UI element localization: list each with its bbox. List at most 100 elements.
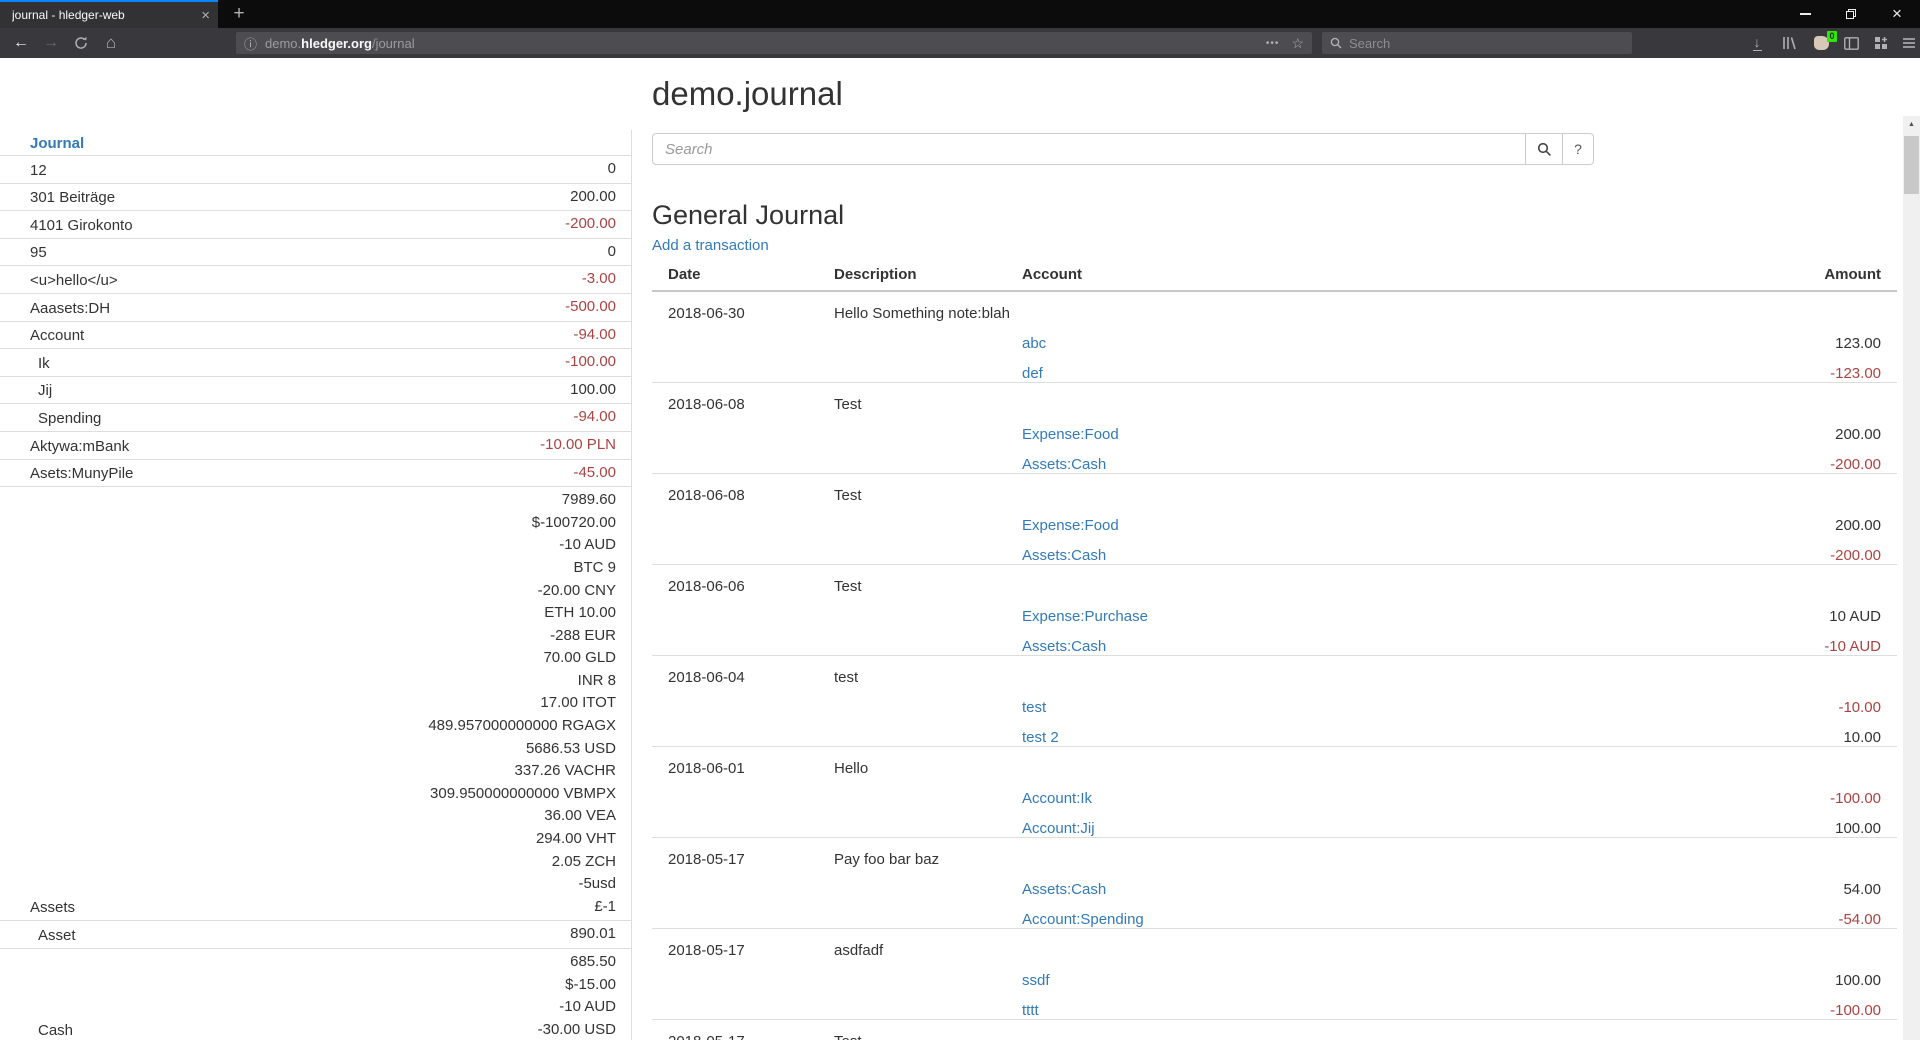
- sidebar-toggle-button[interactable]: [1838, 31, 1864, 55]
- sidebar-account-link[interactable]: Jij: [0, 381, 52, 401]
- sidebar-account-link[interactable]: Cash: [0, 1021, 73, 1040]
- transaction-description: test: [834, 670, 1022, 686]
- posting-account-link[interactable]: Account:Ik: [1022, 790, 1092, 807]
- sidebar-account-link[interactable]: 12: [0, 161, 47, 181]
- site-info-icon[interactable]: ⓘ: [244, 34, 257, 53]
- sidebar-account-link[interactable]: 301 Beiträge: [0, 188, 115, 208]
- library-icon: [1782, 36, 1797, 50]
- posting-amount: -123.00: [1677, 366, 1897, 382]
- sidebar-account-row: Asets:MunyPile-45.00: [0, 460, 631, 488]
- tile-tabs-button[interactable]: [1868, 31, 1894, 55]
- posting-account-link[interactable]: Assets:Cash: [1022, 547, 1106, 564]
- scrollbar-thumb[interactable]: [1904, 136, 1919, 194]
- sidebar-account-row: Jij 100.00: [0, 377, 631, 405]
- library-button[interactable]: [1776, 31, 1802, 55]
- posting-account-link[interactable]: Expense:Food: [1022, 426, 1119, 443]
- sidebar-account-balances: 685.50$-15.00-10 AUD-30.00 USD: [538, 951, 616, 1040]
- posting-account-link[interactable]: Account:Spending: [1022, 911, 1144, 928]
- posting-amount: -10.00: [1677, 700, 1897, 716]
- posting-account-link[interactable]: Assets:Cash: [1022, 638, 1106, 655]
- posting-account-link[interactable]: test: [1022, 699, 1046, 716]
- sidebar-account-link[interactable]: 95: [0, 243, 47, 263]
- back-button[interactable]: ←: [8, 31, 34, 55]
- posting-date-spacer: [652, 336, 834, 352]
- window-restore-button[interactable]: [1828, 0, 1874, 28]
- posting-account-link[interactable]: Expense:Food: [1022, 517, 1119, 534]
- bookmark-star-icon[interactable]: ☆: [1291, 35, 1304, 52]
- new-tab-button[interactable]: +: [224, 0, 254, 28]
- journal-search-button[interactable]: [1525, 133, 1563, 165]
- transaction-date: 2018-06-04: [652, 670, 834, 686]
- url-bar[interactable]: ⓘ demo.hledger.org/journal ••• ☆: [236, 32, 1312, 54]
- add-transaction-link[interactable]: Add a transaction: [652, 238, 769, 254]
- sidebar-account-link[interactable]: Account: [0, 326, 84, 346]
- sidebar-account-row: 12 0: [0, 156, 631, 184]
- sidebar-account-row: Account-94.00: [0, 322, 631, 350]
- window-minimize-button[interactable]: [1782, 0, 1828, 28]
- journal-search-input[interactable]: [652, 133, 1526, 165]
- posting-date-spacer: [652, 973, 834, 989]
- transaction-head-spacer: [1677, 1034, 1897, 1040]
- posting-account-link[interactable]: tttt: [1022, 1002, 1039, 1019]
- posting-date-spacer: [652, 609, 834, 625]
- transaction: 2018-05-17asdfadfssdf100.00tttt-100.00: [652, 929, 1897, 1020]
- posting-account-link[interactable]: ssdf: [1022, 972, 1050, 989]
- posting-account-link[interactable]: def: [1022, 365, 1043, 382]
- account-balance: 685.50: [538, 951, 616, 974]
- account-balance: $-100720.00: [428, 512, 616, 535]
- posting-account-link[interactable]: Assets:Cash: [1022, 456, 1106, 473]
- forward-button[interactable]: →: [38, 31, 64, 55]
- scrollbar-up-arrow[interactable]: ▲: [1903, 116, 1920, 133]
- posting-date-spacer: [652, 1003, 834, 1019]
- account-balance: 17.00 ITOT: [428, 692, 616, 715]
- sidebar-account-link[interactable]: Assets: [0, 898, 75, 918]
- transaction: 2018-05-17Pay foo bar bazAssets:Cash54.0…: [652, 838, 1897, 929]
- sidebar-account-balances: 0: [608, 241, 616, 264]
- journal-link[interactable]: Journal: [0, 135, 84, 152]
- page-actions-icon[interactable]: •••: [1266, 38, 1280, 49]
- posting-date-spacer: [652, 882, 834, 898]
- search-help-button[interactable]: ?: [1562, 133, 1594, 165]
- posting-account-link[interactable]: abc: [1022, 335, 1046, 352]
- posting-amount: -100.00: [1677, 791, 1897, 807]
- transaction: 2018-06-01HelloAccount:Ik-100.00Account:…: [652, 747, 1897, 838]
- window-close-button[interactable]: ×: [1874, 0, 1920, 28]
- account-balance: -100.00: [565, 351, 616, 374]
- downloads-button[interactable]: ↓: [1744, 31, 1770, 55]
- home-button[interactable]: ⌂: [98, 31, 124, 55]
- transaction-date: 2018-05-17: [652, 943, 834, 959]
- sidebar-account-balances: 100.00: [570, 379, 616, 402]
- page-scrollbar[interactable]: ▲ ▼: [1903, 116, 1920, 1040]
- sidebar-account-link[interactable]: <u>hello</u>: [0, 271, 118, 291]
- transaction-description: Hello: [834, 761, 1022, 777]
- sidebar-account-link[interactable]: Aaasets:DH: [0, 299, 110, 319]
- transaction-head-spacer: [1022, 670, 1677, 686]
- sidebar-account-link[interactable]: 4101 Girokonto: [0, 216, 133, 236]
- menu-button[interactable]: [1896, 31, 1920, 55]
- transaction-description: Pay foo bar baz: [834, 852, 1022, 868]
- posting-row: test -10.00: [652, 686, 1897, 716]
- posting-account-link[interactable]: test 2: [1022, 729, 1059, 746]
- sidebar-account-link[interactable]: Aktywa:mBank: [0, 437, 129, 457]
- sidebar-account-link[interactable]: Spending: [0, 409, 101, 429]
- reload-button[interactable]: [68, 31, 94, 55]
- posting-account-link[interactable]: Expense:Purchase: [1022, 608, 1148, 625]
- posting-account-link[interactable]: Assets:Cash: [1022, 881, 1106, 898]
- posting-date-spacer: [652, 427, 834, 443]
- extension-button[interactable]: 0: [1808, 31, 1834, 55]
- sidebar-account-link[interactable]: Ik: [0, 354, 50, 374]
- posting-row: Assets:Cash-200.00: [652, 534, 1897, 564]
- tab-close-icon[interactable]: ×: [201, 8, 210, 23]
- sidebar-account-link[interactable]: Asets:MunyPile: [0, 464, 133, 484]
- sidebar-account-link[interactable]: Asset: [0, 926, 76, 946]
- posting-row: Expense:Food200.00: [652, 504, 1897, 534]
- sidebar-account-balances: 0: [608, 158, 616, 181]
- sidebar-account-row: 95 0: [0, 239, 631, 267]
- posting-date-spacer: [652, 366, 834, 382]
- posting-desc-spacer: [834, 882, 1022, 898]
- browser-tab-active[interactable]: journal - hledger-web ×: [0, 0, 218, 28]
- posting-row: def -123.00: [652, 352, 1897, 382]
- browser-search-bar[interactable]: Search: [1322, 32, 1632, 54]
- section-title: General Journal: [652, 200, 1897, 231]
- posting-account-link[interactable]: Account:Jij: [1022, 820, 1095, 837]
